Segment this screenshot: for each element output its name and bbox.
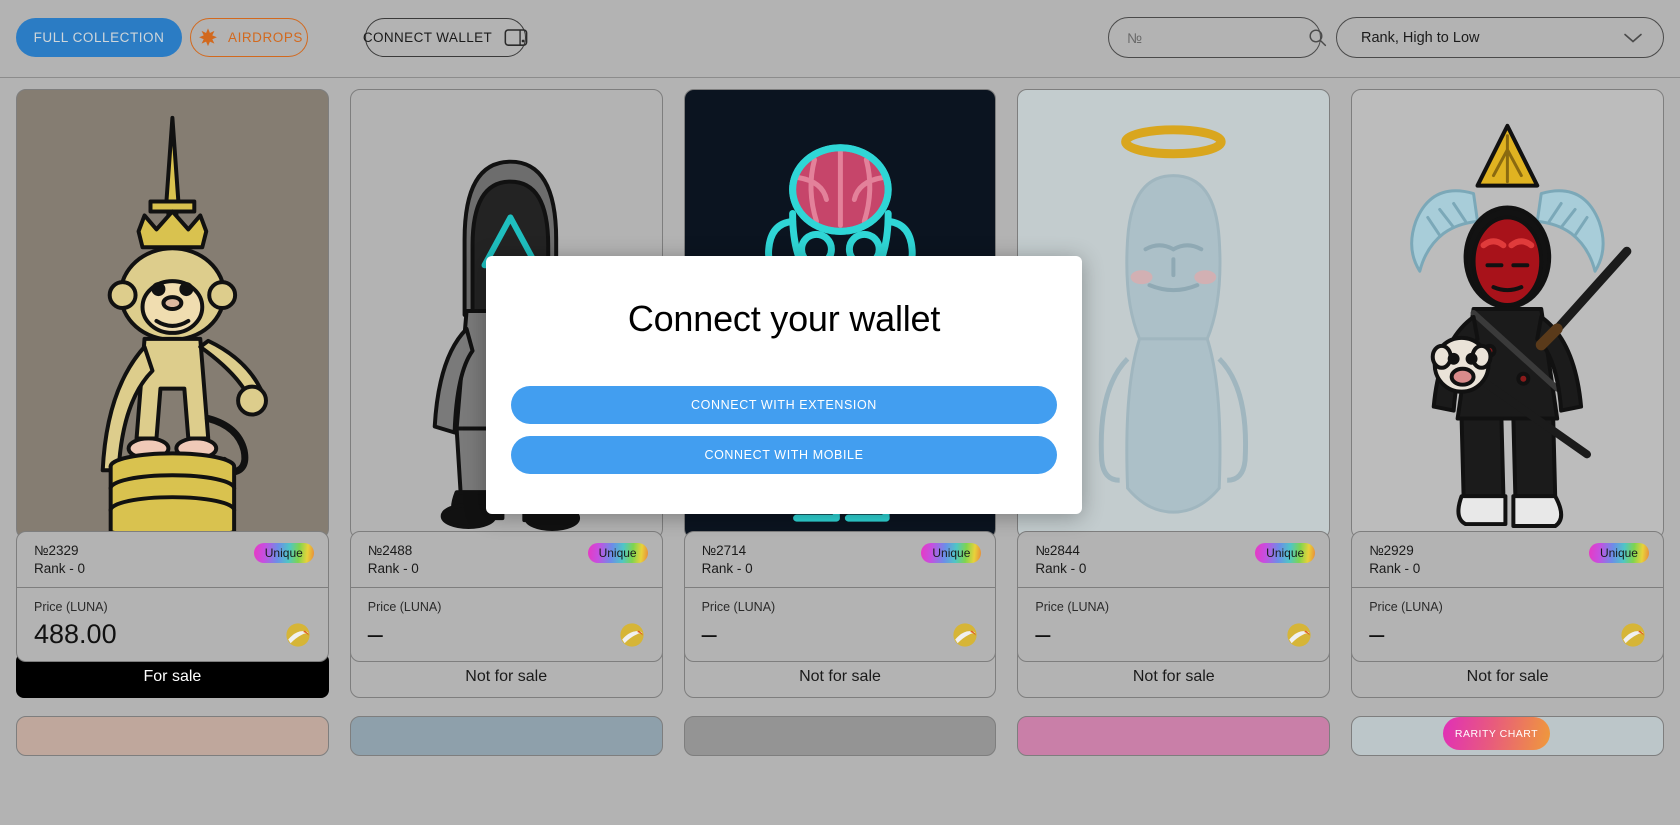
connect-wallet-modal: Connect your wallet CONNECT WITH EXTENSI… (486, 256, 1082, 514)
connect-with-extension-button[interactable]: CONNECT WITH EXTENSION (511, 386, 1057, 424)
modal-overlay: Connect your wallet CONNECT WITH EXTENSI… (0, 0, 1680, 825)
modal-title: Connect your wallet (627, 298, 941, 339)
connect-with-mobile-button[interactable]: CONNECT WITH MOBILE (511, 436, 1057, 474)
